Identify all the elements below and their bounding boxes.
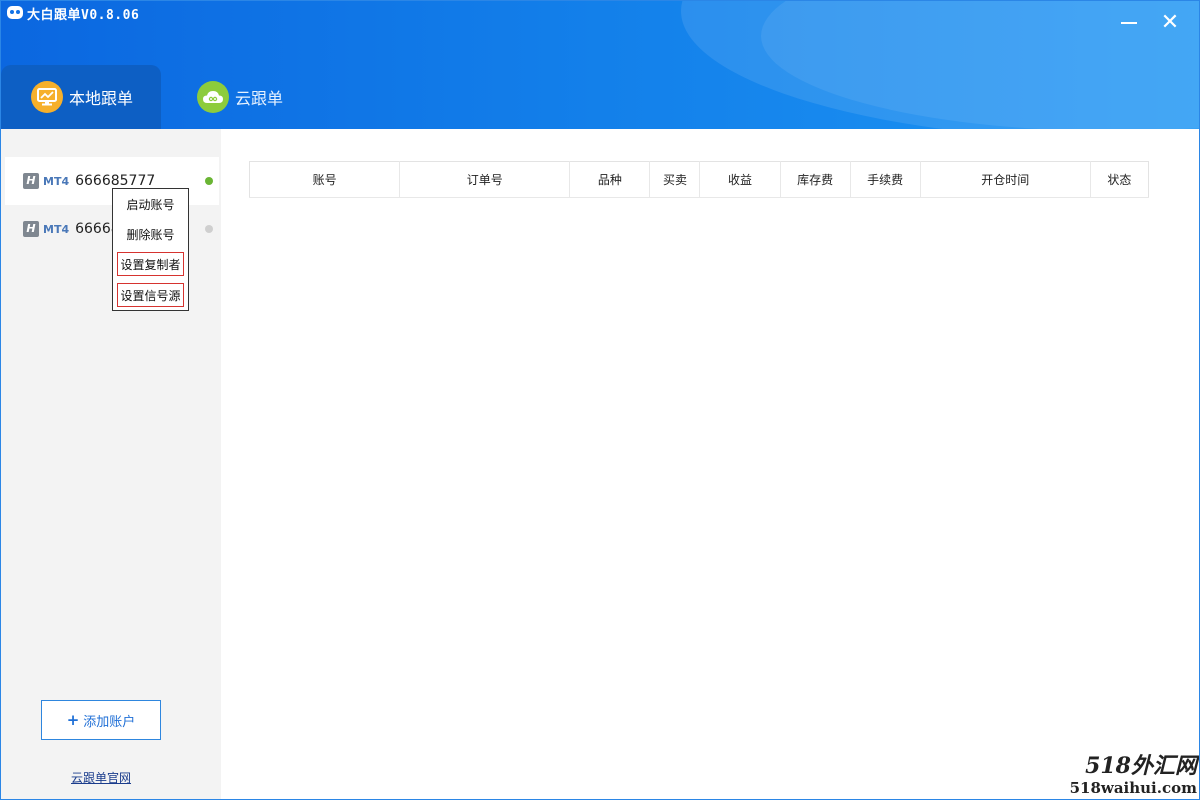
watermark-logo-text: 518外汇网 — [1085, 753, 1197, 779]
menu-item-start-account[interactable]: 启动账号 — [117, 193, 184, 217]
status-offline-icon — [205, 225, 213, 233]
column-header[interactable]: 手续费 — [850, 161, 921, 198]
app-title: 大白跟单V0.8.06 — [27, 8, 140, 23]
app-window: 大白跟单V0.8.06 ✕ 本地跟单 云跟单 H MT4 666685777 H… — [0, 0, 1200, 800]
watermark-url: 518waihui.com — [1069, 779, 1197, 797]
account-context-menu: 启动账号 删除账号 设置复制者 设置信号源 — [112, 188, 189, 311]
add-account-button[interactable]: + 添加账户 — [41, 700, 161, 740]
column-header[interactable]: 状态 — [1090, 161, 1149, 198]
column-header[interactable]: 收益 — [699, 161, 781, 198]
header: 大白跟单V0.8.06 ✕ 本地跟单 云跟单 — [1, 1, 1199, 129]
plus-icon: + — [66, 711, 80, 729]
tab-local-copy[interactable]: 本地跟单 — [1, 65, 161, 129]
column-header[interactable]: 买卖 — [649, 161, 701, 198]
orders-table: 账号 订单号 品种 买卖 收益 库存费 手续费 开仓时间 状态 — [249, 161, 1149, 198]
website-link[interactable]: 云跟单官网 — [71, 769, 131, 786]
column-header[interactable]: 开仓时间 — [920, 161, 1091, 198]
app-logo-icon — [7, 6, 23, 19]
platform-badge-icon: H — [23, 221, 39, 237]
platform-badge-icon: H — [23, 173, 39, 189]
account-number: 666685777 — [75, 173, 156, 189]
menu-item-set-copier[interactable]: 设置复制者 — [117, 252, 184, 276]
status-online-icon — [205, 177, 213, 185]
watermark: 518外汇网 518waihui.com — [1067, 753, 1197, 797]
platform-label: MT4 — [43, 222, 70, 236]
column-header[interactable]: 订单号 — [399, 161, 571, 198]
tab-label: 本地跟单 — [69, 89, 134, 108]
platform-label: MT4 — [43, 174, 70, 188]
menu-item-delete-account[interactable]: 删除账号 — [117, 223, 184, 247]
column-header[interactable]: 库存费 — [780, 161, 851, 198]
column-header[interactable]: 品种 — [569, 161, 651, 198]
column-header[interactable]: 账号 — [249, 161, 401, 198]
menu-item-set-signal-source[interactable]: 设置信号源 — [117, 283, 184, 307]
close-icon[interactable]: ✕ — [1155, 9, 1185, 37]
cloud-icon — [197, 81, 229, 113]
minimize-icon[interactable] — [1114, 9, 1144, 37]
monitor-chart-icon — [31, 81, 63, 113]
add-account-label: 添加账户 — [83, 714, 136, 730]
table-header-row: 账号 订单号 品种 买卖 收益 库存费 手续费 开仓时间 状态 — [249, 161, 1149, 198]
tab-cloud-copy[interactable]: 云跟单 — [197, 65, 357, 129]
tab-label: 云跟单 — [235, 89, 284, 108]
